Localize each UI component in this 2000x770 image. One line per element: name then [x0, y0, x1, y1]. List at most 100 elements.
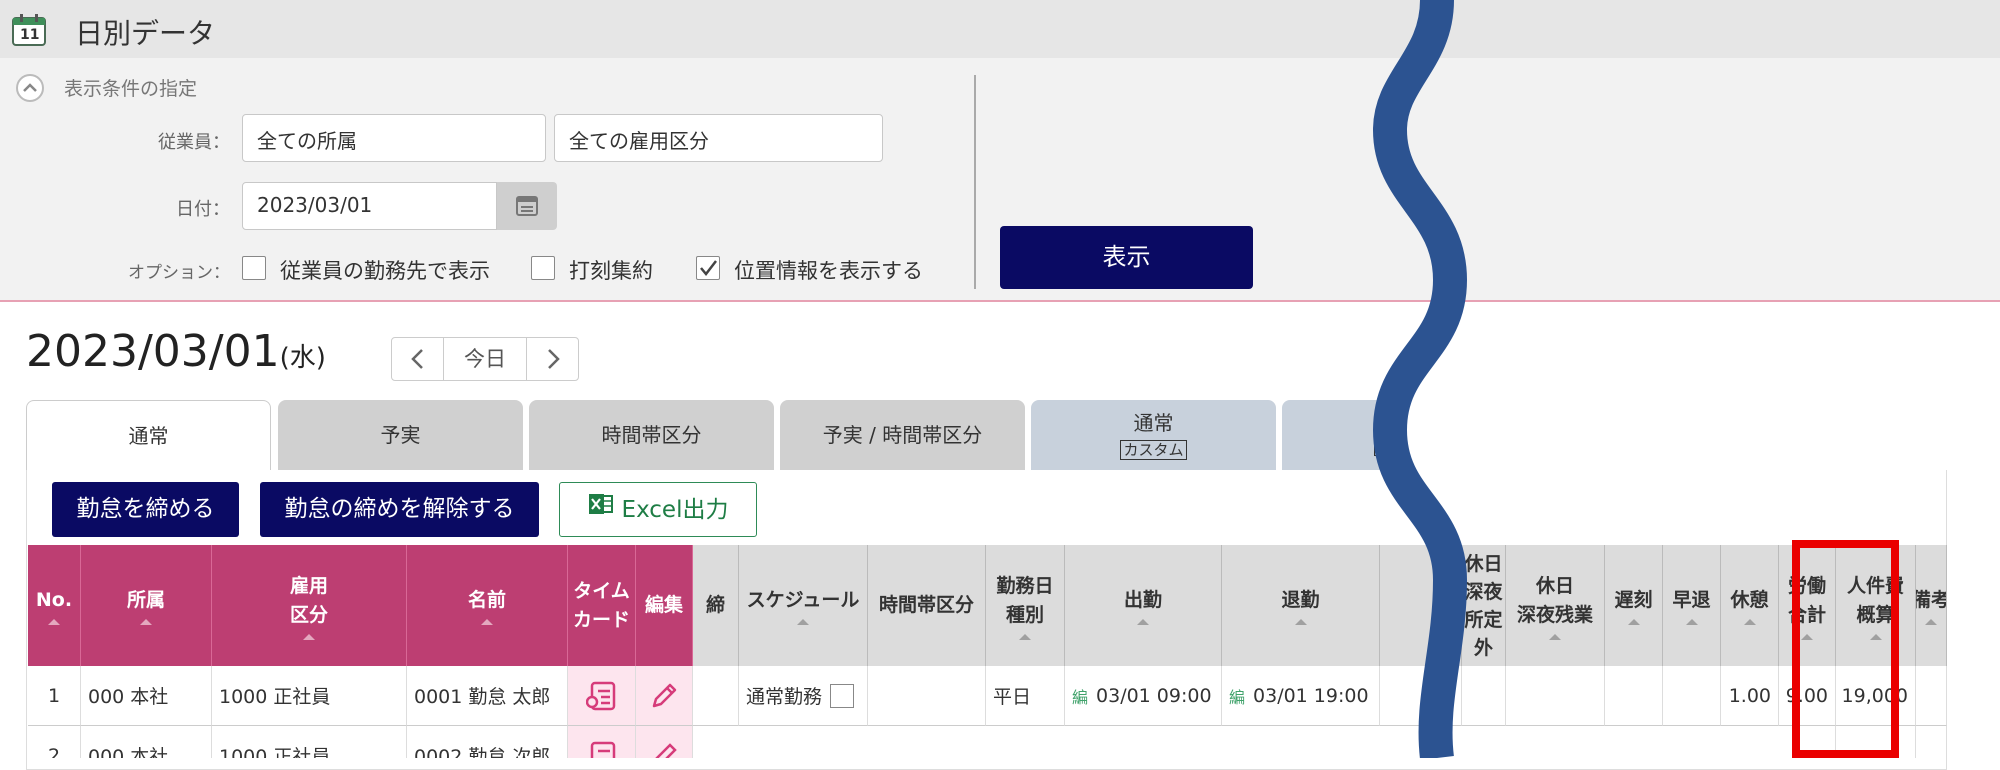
sort-icon: [481, 619, 493, 625]
timecard-button[interactable]: [568, 666, 636, 726]
col-header-daytype-label-2: 種別: [1005, 603, 1044, 626]
col-header-affiliation-label: 所属: [126, 589, 165, 611]
cell-clockin[interactable]: 編 03/01 09:00: [1065, 666, 1222, 726]
col-header-closed: 締: [693, 545, 739, 666]
next-day-button[interactable]: [526, 338, 578, 380]
tab-plan-actual-time-zone[interactable]: 予実 / 時間帯区分: [780, 400, 1025, 470]
col-header-timecard-label-1: タイム: [573, 579, 630, 602]
table-row[interactable]: 2 000 本社 1000 正社員 0002 勤怠 次郎 0: [28, 726, 1947, 758]
current-date-value: 2023/03/01: [26, 326, 280, 377]
col-header-clockout[interactable]: 退勤: [1222, 545, 1380, 666]
calendar-icon: 11: [12, 14, 46, 46]
sort-icon: [1743, 619, 1756, 625]
col-header-holiday-overtime-label-2: 深夜残業: [1516, 603, 1593, 626]
wave-divider-annotation: [1372, 0, 1468, 758]
chevron-right-icon: [548, 349, 560, 369]
prev-day-button[interactable]: [392, 338, 444, 380]
show-button[interactable]: 表示: [1000, 226, 1253, 289]
col-header-remarks[interactable]: 備考: [1916, 545, 1947, 666]
employment-type-select[interactable]: 全ての雇用区分: [554, 114, 883, 162]
col-header-employment-label-1: 雇用: [289, 574, 328, 597]
col-header-timezone-label: 時間帯区分: [878, 594, 974, 616]
cell-remarks: [1916, 666, 1947, 726]
col-header-early[interactable]: 早退: [1663, 545, 1721, 666]
location-info-label: 位置情報を表示する: [734, 259, 923, 283]
timecard-button[interactable]: [568, 726, 636, 758]
table-row[interactable]: 1 000 本社 1000 正社員 0001 勤怠 太郎 通常勤務 平日 編 0…: [28, 666, 1947, 726]
edit-button[interactable]: [636, 666, 693, 726]
pencil-icon: [652, 683, 677, 707]
cell-employment: 1000 正社員: [212, 666, 407, 726]
cell-affiliation: 000 本社: [81, 666, 212, 726]
stamp-aggregate-label: 打刻集約: [569, 259, 653, 283]
current-weekday: (水): [279, 343, 326, 373]
cell-no: 1: [28, 666, 81, 726]
attendance-table: No. 所属 雇用 区分 名前 タイム カード 編集 締 スケジュール 時間帯区分 …: [28, 545, 1947, 758]
chevron-left-icon: [411, 349, 423, 369]
cell-early: [1663, 666, 1721, 726]
sort-icon: [1549, 633, 1561, 640]
pencil-icon: [654, 742, 677, 758]
col-header-timecard: タイム カード: [568, 545, 636, 666]
excel-icon: [588, 483, 614, 538]
cell-timezone: [868, 666, 986, 726]
timecard-icon: [585, 681, 615, 710]
col-header-late-label: 遅刻: [1614, 589, 1653, 611]
checkbox-workplace-display[interactable]: [242, 256, 266, 280]
col-header-timezone: 時間帯区分: [868, 545, 986, 666]
cell-late: [1605, 666, 1663, 726]
cell-clockout-value: 03/01 19:00: [1253, 684, 1369, 707]
edit-mark: 編: [1229, 687, 1246, 707]
col-header-clockin[interactable]: 出勤: [1065, 545, 1222, 666]
cell-clockout[interactable]: 編 03/01 19:00: [1222, 666, 1380, 726]
sort-icon: [48, 619, 60, 625]
col-header-name[interactable]: 名前: [407, 545, 568, 666]
col-header-break-label: 休憩: [1730, 589, 1769, 611]
cell-break: 1.00: [1721, 666, 1779, 726]
tab-normal[interactable]: 通常: [26, 400, 271, 472]
col-header-edit: 編集: [636, 545, 693, 666]
filter-caption: 表示条件の指定: [64, 78, 198, 100]
tab-time-zone[interactable]: 時間帯区分: [529, 400, 774, 470]
cell-holiday-overtime: [1506, 666, 1605, 726]
col-header-name-label: 名前: [467, 589, 506, 611]
col-header-employment-label-2: 区分: [289, 603, 328, 626]
col-header-edit-label: 編集: [644, 594, 683, 616]
date-picker-button[interactable]: [497, 182, 557, 230]
page-title: 日別データ: [75, 17, 216, 50]
sort-icon: [1685, 619, 1698, 625]
affiliation-select[interactable]: 全ての所属: [242, 114, 546, 162]
col-header-affiliation[interactable]: 所属: [81, 545, 212, 666]
col-header-late[interactable]: 遅刻: [1605, 545, 1663, 666]
excel-export-button[interactable]: Excel出力: [559, 482, 757, 537]
edit-button[interactable]: [636, 726, 693, 758]
cell-schedule: 通常勤務: [739, 666, 868, 726]
col-header-holiday-overtime[interactable]: 休日 深夜残業: [1506, 545, 1605, 666]
col-header-remarks-label: 備考: [1916, 586, 1946, 615]
col-header-closed-label: 締: [705, 594, 725, 616]
col-header-no-label: No.: [35, 589, 73, 611]
schedule-checkbox[interactable]: [830, 683, 855, 708]
sort-icon: [303, 633, 315, 640]
sort-icon: [1137, 619, 1149, 625]
checkbox-location-info[interactable]: [696, 256, 720, 280]
employee-label: 従業員：: [158, 132, 230, 153]
app-header: [0, 0, 2000, 58]
unclose-attendance-button[interactable]: 勤怠の締めを解除する: [260, 482, 539, 537]
tab-normal-custom-label: 通常: [1133, 411, 1174, 435]
option-label: オプション：: [128, 263, 230, 283]
date-input[interactable]: 2023/03/01: [242, 182, 497, 230]
col-header-daytype[interactable]: 勤務日 種別: [986, 545, 1065, 666]
close-attendance-button[interactable]: 勤怠を締める: [52, 482, 239, 537]
chevron-up-icon[interactable]: [16, 74, 44, 102]
tab-plan-actual[interactable]: 予実: [278, 400, 523, 470]
col-header-employment[interactable]: 雇用 区分: [212, 545, 407, 666]
col-header-break[interactable]: 休憩: [1721, 545, 1779, 666]
tab-normal-custom[interactable]: 通常 カスタム: [1031, 400, 1276, 470]
sort-icon: [1925, 619, 1937, 625]
col-header-schedule[interactable]: スケジュール: [739, 545, 868, 666]
checkbox-stamp-aggregate[interactable]: [531, 256, 555, 280]
sort-icon: [140, 619, 152, 625]
today-button[interactable]: 今日: [444, 338, 526, 380]
col-header-no[interactable]: No.: [28, 545, 81, 666]
